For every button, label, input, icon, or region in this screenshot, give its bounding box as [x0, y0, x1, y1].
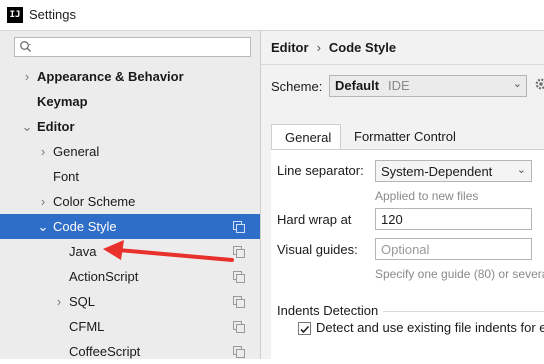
tree-item-general[interactable]: › General [0, 139, 260, 164]
tree-item-label: Color Scheme [53, 194, 136, 209]
tree-item-label: ActionScript [69, 269, 139, 284]
tree-item-coffeescript[interactable]: CoffeeScript [0, 339, 260, 364]
tree-item-label: Java [69, 244, 97, 259]
settings-search-input[interactable] [14, 37, 251, 57]
chevron-right-icon[interactable]: › [36, 139, 50, 164]
code-style-tabs: General Formatter Control [271, 124, 544, 150]
copy-icon [233, 271, 245, 283]
tree-item-keymap[interactable]: Keymap [0, 89, 260, 114]
chevron-down-icon[interactable]: ⌄ [20, 114, 34, 139]
tree-item-code-style[interactable]: ⌄ Code Style [0, 214, 260, 239]
breadcrumb: Editor › Code Style [271, 40, 396, 55]
tab-formatter-control[interactable]: Formatter Control [341, 124, 469, 150]
tree-item-color-scheme[interactable]: › Color Scheme [0, 189, 260, 214]
copy-icon [233, 296, 245, 308]
chevron-right-icon[interactable]: › [52, 289, 66, 314]
general-tab-panel: Line separator: System-Dependent ⌄ Appli… [271, 149, 544, 360]
copy-icon [233, 321, 245, 333]
window-title: Settings [29, 7, 76, 22]
indents-detection-title: Indents Detection [277, 303, 379, 318]
tree-item-editor[interactable]: ⌄ Editor [0, 114, 260, 139]
tree-item-label: General [53, 144, 100, 159]
visual-guides-hint: Specify one guide (80) or several [375, 267, 544, 281]
gear-icon[interactable] [534, 77, 544, 91]
settings-content: Editor › Code Style Scheme: Default IDE ⌄ … [261, 31, 544, 360]
chevron-down-icon: ⌄ [516, 164, 526, 176]
scheme-label: Scheme: [271, 79, 323, 94]
tree-item-label: SQL [69, 294, 96, 309]
chevron-down-icon[interactable]: ⌄ [36, 214, 50, 239]
group-divider [383, 311, 544, 312]
visual-guides-placeholder: Optional [381, 242, 430, 257]
hard-wrap-input[interactable]: 120 [375, 208, 532, 230]
scheme-name: Default [335, 78, 380, 93]
visual-guides-input[interactable]: Optional [375, 238, 532, 260]
copy-icon [233, 246, 245, 258]
tab-general[interactable]: General [271, 124, 341, 150]
detect-indents-checkbox[interactable] [298, 322, 311, 335]
line-separator-hint: Applied to new files [375, 189, 479, 203]
tree-item-label: Editor [37, 119, 75, 134]
checkmark-icon [300, 325, 310, 334]
chevron-right-icon[interactable]: › [36, 189, 50, 214]
tree-item-label: Appearance & Behavior [37, 69, 184, 84]
tree-item-java[interactable]: Java [0, 239, 260, 264]
scheme-select[interactable]: Default IDE ⌄ [329, 75, 527, 97]
tree-item-actionscript[interactable]: ActionScript [0, 264, 260, 289]
chevron-down-icon: ⌄ [512, 78, 522, 90]
tree-item-label: Code Style [53, 219, 117, 234]
line-separator-select[interactable]: System-Dependent ⌄ [375, 160, 532, 182]
scheme-kind: IDE [388, 78, 410, 93]
breadcrumb-root[interactable]: Editor [271, 40, 309, 55]
app-logo-icon: IJ [7, 7, 23, 23]
line-separator-value: System-Dependent [381, 164, 493, 179]
hard-wrap-label: Hard wrap at [277, 212, 352, 227]
search-icon [20, 41, 31, 52]
breadcrumb-separator: › [316, 40, 321, 55]
line-separator-label: Line separator: [277, 163, 364, 178]
tree-item-appearance-behavior[interactable]: › Appearance & Behavior [0, 64, 260, 89]
copy-icon [233, 346, 245, 358]
tree-item-sql[interactable]: › SQL [0, 289, 260, 314]
hard-wrap-value: 120 [381, 212, 403, 227]
detect-indents-label: Detect and use existing file indents for… [316, 320, 544, 335]
header-divider [261, 64, 544, 65]
tree-item-label: Font [53, 169, 80, 184]
tree-item-font[interactable]: Font [0, 164, 260, 189]
tree-item-label: Keymap [37, 94, 88, 109]
breadcrumb-current: Code Style [328, 40, 397, 55]
settings-sidebar: › Appearance & Behavior Keymap ⌄ Editor › Gene… [0, 31, 261, 359]
visual-guides-label: Visual guides: [277, 242, 358, 257]
chevron-right-icon[interactable]: › [20, 64, 34, 89]
title-bar: IJ Settings [0, 0, 544, 31]
tree-item-label: CoffeeScript [69, 344, 141, 359]
copy-icon [233, 221, 245, 233]
tree-item-label: CFML [69, 319, 105, 334]
tree-item-cfml[interactable]: CFML [0, 314, 260, 339]
